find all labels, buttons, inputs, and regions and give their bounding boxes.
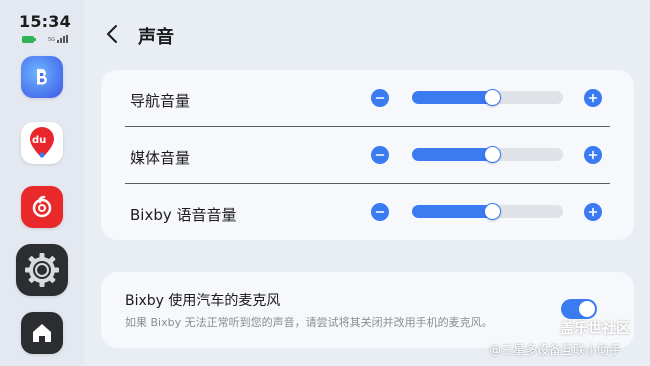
watermark-title: 盖乐世社区 (560, 321, 630, 337)
car-microphone-card[interactable]: Bixby 使用汽车的麦克风 如果 Bixby 无法正常听到您的声音，请尝试将其… (101, 272, 634, 348)
volume-decrease-button[interactable] (371, 203, 389, 221)
media-volume-row: 媒体音量 (101, 127, 634, 183)
baidu-map-app-icon[interactable]: du (21, 122, 63, 164)
volume-label: 媒体音量 (130, 149, 191, 167)
minus-icon (375, 97, 385, 99)
volume-label: Bixby 语音音量 (130, 206, 237, 224)
volume-slider-thumb[interactable] (483, 89, 501, 106)
toggle-knob (579, 301, 595, 317)
volume-increase-button[interactable] (584, 146, 602, 164)
home-app-icon[interactable] (21, 312, 63, 354)
gear-icon (25, 253, 59, 287)
plus-icon (588, 150, 598, 160)
car-microphone-title: Bixby 使用汽车的麦克风 (125, 293, 281, 309)
watermark-subtitle: @三星多设备互联小助手 (489, 343, 622, 357)
volume-card: 导航音量 媒体音量 Bixby 语音音量 (101, 70, 634, 240)
music-swirl-icon (32, 195, 52, 218)
volume-slider-thumb[interactable] (483, 203, 501, 220)
plus-icon (588, 93, 598, 103)
app-dock: 15:34 5G du (0, 0, 84, 366)
volume-slider-thumb[interactable] (483, 146, 501, 163)
du-logo-text: du (32, 135, 47, 146)
home-icon (33, 324, 51, 342)
bixby-voice-volume-row: Bixby 语音音量 (101, 184, 634, 240)
battery-charging-icon (22, 35, 36, 43)
volume-label: 导航音量 (130, 92, 191, 110)
network-label: 5G (48, 37, 56, 43)
volume-slider[interactable] (412, 203, 563, 220)
navigation-volume-row: 导航音量 (101, 70, 634, 126)
minus-icon (375, 211, 385, 213)
volume-decrease-button[interactable] (371, 89, 389, 107)
settings-app-icon[interactable] (16, 244, 68, 296)
chevron-left-icon (107, 25, 117, 43)
volume-slider[interactable] (412, 146, 563, 163)
page-title: 声音 (138, 27, 174, 48)
network-indicator: 5G (48, 35, 69, 43)
minus-icon (375, 154, 385, 156)
plus-icon (588, 207, 598, 217)
bixby-app-icon[interactable] (21, 56, 63, 98)
status-icons: 5G (22, 35, 69, 43)
car-microphone-toggle[interactable] (561, 299, 597, 319)
netease-music-app-icon[interactable] (21, 186, 63, 228)
status-clock: 15:34 (19, 12, 71, 31)
car-microphone-description: 如果 Bixby 无法正常听到您的声音，请尝试将其关闭并改用手机的麦克风。 (125, 316, 493, 329)
signal-strength-icon (57, 35, 69, 43)
volume-decrease-button[interactable] (371, 146, 389, 164)
volume-increase-button[interactable] (584, 89, 602, 107)
volume-slider[interactable] (412, 89, 563, 106)
back-button[interactable] (102, 22, 124, 46)
bixby-b-icon (37, 69, 47, 85)
volume-increase-button[interactable] (584, 203, 602, 221)
